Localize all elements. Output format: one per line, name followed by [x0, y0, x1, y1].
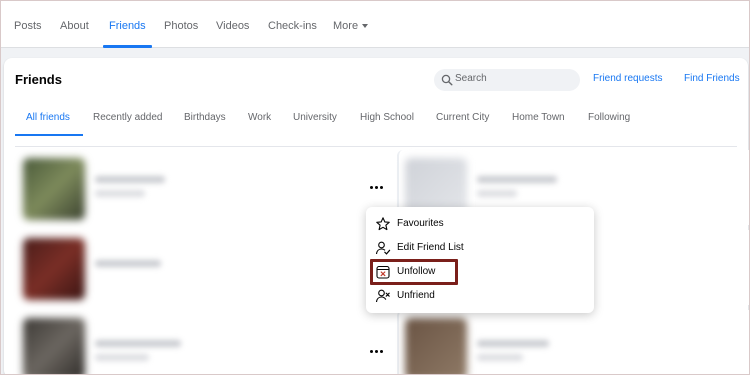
friend-name-blurred: [477, 176, 557, 183]
friend-info-blurred: [95, 190, 145, 197]
find-friends-link[interactable]: Find Friends: [684, 73, 740, 84]
friend-card[interactable]: [17, 230, 389, 305]
menu-item-favourites[interactable]: Favourites: [366, 213, 594, 235]
tab-check-ins[interactable]: Check-ins: [268, 0, 317, 48]
menu-item-edit-friend-list[interactable]: Edit Friend List: [366, 237, 594, 259]
tab-photos[interactable]: Photos: [164, 0, 198, 48]
tab-all-friends[interactable]: All friends: [26, 112, 70, 123]
tab-friends[interactable]: Friends: [103, 0, 152, 48]
person-edit-icon: [375, 241, 391, 255]
page-title: Friends: [15, 72, 62, 87]
tab-university[interactable]: University: [293, 112, 337, 123]
tab-following[interactable]: Following: [588, 112, 630, 123]
friend-name-blurred: [95, 176, 165, 183]
divider: [15, 146, 737, 147]
menu-item-label: Edit Friend List: [397, 242, 464, 253]
friend-name-blurred: [95, 260, 161, 267]
active-tab-indicator: [15, 134, 83, 136]
more-options-button[interactable]: [367, 182, 385, 196]
tab-posts[interactable]: Posts: [14, 0, 42, 48]
tab-videos[interactable]: Videos: [216, 0, 249, 48]
friend-card[interactable]: [17, 310, 389, 375]
tab-more[interactable]: More: [333, 0, 369, 48]
tab-about[interactable]: About: [60, 0, 89, 48]
caret-down-icon: [362, 24, 369, 28]
friend-card[interactable]: [17, 150, 389, 225]
search-placeholder: Search: [455, 73, 487, 84]
avatar[interactable]: [23, 318, 85, 375]
tab-current-city[interactable]: Current City: [436, 112, 489, 123]
friend-info-blurred: [95, 354, 149, 361]
friend-name-blurred: [477, 340, 549, 347]
menu-item-label: Unfriend: [397, 290, 435, 301]
tab-home-town[interactable]: Home Town: [512, 112, 565, 123]
tab-recently-added[interactable]: Recently added: [93, 112, 163, 123]
profile-tab-bar: Posts About Friends Photos Videos Check-…: [0, 0, 750, 48]
annotation-highlight-box: [370, 259, 458, 285]
tab-more-label: More: [333, 20, 359, 32]
star-icon: [376, 217, 390, 231]
more-options-button[interactable]: [367, 346, 385, 360]
tab-work[interactable]: Work: [248, 112, 271, 123]
avatar[interactable]: [405, 318, 467, 375]
friend-card[interactable]: [397, 310, 750, 375]
friend-requests-link[interactable]: Friend requests: [593, 73, 662, 84]
menu-item-label: Favourites: [397, 218, 444, 229]
avatar[interactable]: [23, 238, 85, 300]
search-input[interactable]: Search: [434, 69, 580, 91]
avatar[interactable]: [23, 158, 85, 220]
person-remove-icon: [375, 289, 390, 303]
friend-info-blurred: [477, 354, 523, 361]
friend-info-blurred: [477, 190, 517, 197]
search-icon: [441, 74, 453, 86]
tab-birthdays[interactable]: Birthdays: [184, 112, 226, 123]
menu-item-unfriend[interactable]: Unfriend: [366, 285, 594, 307]
tab-high-school[interactable]: High School: [360, 112, 414, 123]
friend-name-blurred: [95, 340, 181, 347]
